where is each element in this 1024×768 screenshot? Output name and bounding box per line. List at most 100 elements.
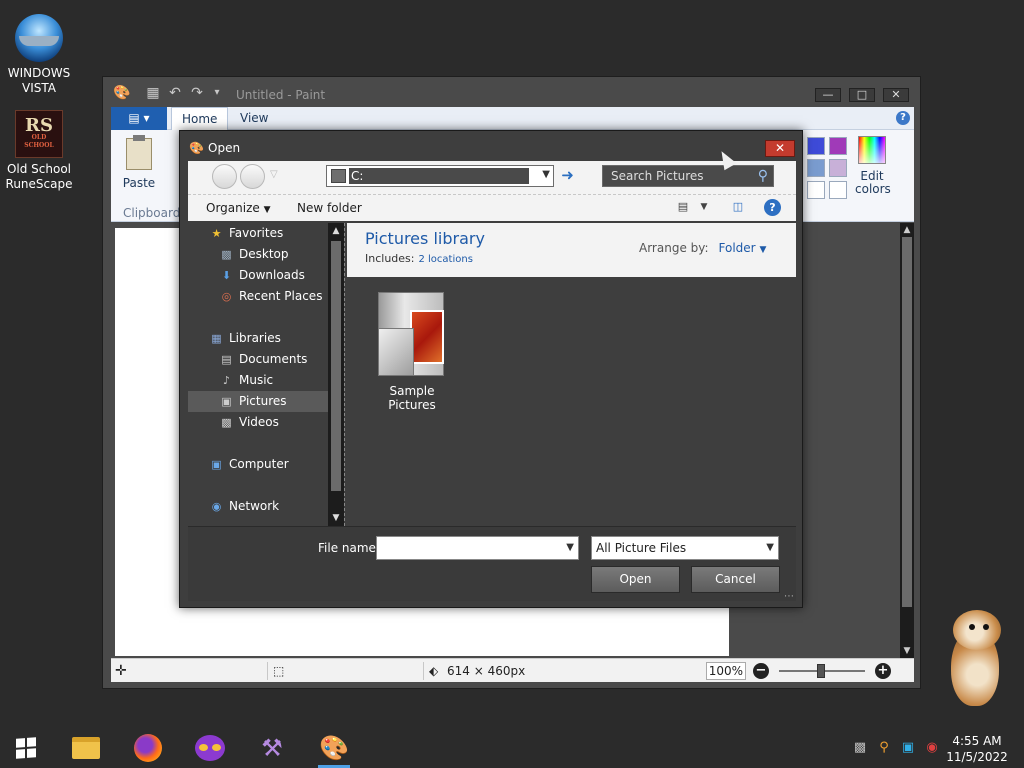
chevron-down-icon[interactable]: ▼ (566, 542, 574, 553)
search-input[interactable] (603, 166, 753, 186)
nav-item-recent-places[interactable]: ◎ Recent Places (188, 286, 328, 307)
file-type-select[interactable]: All Picture Files ▼ (591, 536, 779, 560)
zoom-out-icon[interactable]: − (753, 663, 769, 679)
color-swatch[interactable] (829, 159, 847, 177)
zoom-slider-thumb[interactable] (817, 664, 825, 678)
zoom-in-icon[interactable]: + (875, 663, 891, 679)
color-swatch[interactable] (829, 137, 847, 155)
search-icon[interactable]: ⚲ (758, 168, 768, 184)
nav-item-network[interactable]: ◉ Network (188, 496, 328, 517)
desktop-icon-windows-vista[interactable]: WINDOWS VISTA (0, 14, 78, 96)
resize-grip-icon[interactable]: ⋯ (784, 591, 794, 602)
undo-icon[interactable]: ↶ (167, 85, 183, 101)
dialog-navbar: ▽ C: ▼ ➜ ⚲ Organize ▼ New folder ▤ ▼ ◫ ? (188, 161, 796, 221)
nav-item-label: Libraries (229, 331, 281, 345)
windows-logo-icon (16, 737, 36, 759)
hamster-desktop-pet[interactable] (945, 608, 1007, 706)
desktop-icon-old-school-runescape[interactable]: RS OLD SCHOOL Old School RuneScape (0, 110, 78, 192)
new-folder-button[interactable]: New folder (297, 195, 362, 222)
file-menu-button[interactable]: ▤ ▾ (111, 107, 167, 130)
address-dropdown-icon[interactable]: ▼ (542, 169, 550, 180)
maximize-button[interactable]: □ (849, 88, 875, 102)
nav-item-videos[interactable]: ▩ Videos (188, 412, 328, 433)
arrange-by-dropdown[interactable]: Folder ▼ (719, 241, 767, 255)
organize-button[interactable]: Organize ▼ (206, 195, 271, 222)
taskbar-file-explorer[interactable] (66, 728, 106, 768)
desktop-icon-label: WINDOWS VISTA (7, 66, 71, 95)
system-clock[interactable]: 4:55 AM 11/5/2022 (946, 733, 1008, 765)
recent-locations-dropdown-icon[interactable]: ▽ (270, 169, 278, 180)
search-tray-icon[interactable]: ⚲ (876, 740, 892, 756)
view-options-dropdown-icon[interactable]: ▼ (696, 200, 712, 214)
rainbow-icon (858, 136, 886, 164)
taskbar-incognito-browser[interactable] (190, 728, 230, 768)
nav-item-favorites[interactable]: ★ Favorites (188, 223, 328, 244)
taskbar-visual-studio[interactable]: ⚒ (252, 728, 292, 768)
scrollbar-thumb[interactable] (902, 237, 912, 607)
canvas-scrollbar[interactable]: ▲ ▼ (900, 223, 914, 658)
help-icon[interactable]: ? (764, 199, 781, 216)
network-icon: ◉ (211, 500, 222, 513)
clock-date: 11/5/2022 (946, 750, 1008, 764)
address-input[interactable]: C: (349, 168, 529, 184)
scroll-up-icon[interactable]: ▲ (900, 223, 914, 237)
nav-item-label: Music (239, 373, 274, 387)
change-view-icon[interactable]: ▤ (675, 200, 691, 214)
preview-pane-icon[interactable]: ◫ (730, 200, 746, 214)
file-type-value: All Picture Files (596, 541, 687, 555)
locations-link[interactable]: 2 locations (418, 254, 472, 265)
cancel-button[interactable]: Cancel (691, 566, 780, 593)
record-icon[interactable]: ◉ (924, 740, 940, 756)
taskbar-firefox[interactable] (128, 728, 168, 768)
forward-button[interactable] (240, 164, 265, 189)
dialog-toolbar: Organize ▼ New folder ▤ ▼ ◫ ? (188, 194, 796, 221)
taskbar-paint[interactable]: 🎨 (314, 728, 354, 768)
chevron-down-icon[interactable]: ▼ (766, 542, 774, 554)
color-swatch[interactable] (807, 181, 825, 199)
color-swatch[interactable] (807, 159, 825, 177)
display-icon[interactable]: ▣ (900, 740, 916, 756)
file-name-label: File name: (318, 541, 380, 555)
quick-access-dropdown-icon[interactable]: ▾ (209, 85, 225, 101)
color-swatch[interactable] (829, 181, 847, 199)
paste-button[interactable]: Paste (121, 135, 157, 190)
go-arrow-icon[interactable]: ➜ (556, 165, 579, 187)
navigation-scrollbar[interactable]: ▲ ▼ (328, 223, 344, 526)
search-box[interactable]: ⚲ (602, 165, 774, 187)
nav-item-libraries[interactable]: ▦ Libraries (188, 328, 328, 349)
nav-item-downloads[interactable]: ⬇ Downloads (188, 265, 328, 286)
save-icon[interactable]: ▦ (145, 85, 161, 101)
network-status-icon[interactable]: ▩ (852, 740, 868, 756)
nav-item-desktop[interactable]: ▩ Desktop (188, 244, 328, 265)
tab-home[interactable]: Home (171, 107, 229, 130)
nav-item-documents[interactable]: ▤ Documents (188, 349, 328, 370)
nav-item-music[interactable]: ♪ Music (188, 370, 328, 391)
dialog-title: Open (208, 141, 241, 155)
start-button[interactable] (6, 728, 46, 768)
zoom-level[interactable]: 100% (706, 662, 746, 680)
paste-label: Paste (122, 176, 156, 190)
scroll-up-icon[interactable]: ▲ (328, 223, 344, 239)
close-button[interactable]: ✕ (883, 88, 909, 102)
clock-time: 4:55 AM (952, 734, 1002, 748)
open-button[interactable]: Open (591, 566, 680, 593)
folder-item-sample-pictures[interactable]: Sample Pictures (366, 286, 458, 412)
nav-item-computer[interactable]: ▣ Computer (188, 454, 328, 475)
incognito-mask-icon (195, 735, 225, 761)
help-icon[interactable]: ? (896, 111, 910, 125)
scroll-down-icon[interactable]: ▼ (328, 510, 344, 526)
back-button[interactable] (212, 164, 237, 189)
edit-colors-button[interactable]: Edit colors (855, 136, 891, 196)
address-bar[interactable]: C: ▼ (326, 165, 554, 187)
file-name-input[interactable]: ▼ (376, 536, 579, 560)
minimize-button[interactable]: — (815, 88, 841, 102)
scrollbar-thumb[interactable] (331, 241, 341, 491)
nav-item-pictures[interactable]: ▣ Pictures (188, 391, 328, 412)
scroll-down-icon[interactable]: ▼ (900, 644, 914, 658)
paint-titlebar: 🎨 ▦ ↶ ↷ ▾ Untitled - Paint — □ ✕ (103, 77, 920, 107)
paint-app-icon[interactable]: 🎨 (113, 85, 130, 101)
dialog-close-button[interactable]: ✕ (765, 140, 795, 157)
color-swatch[interactable] (807, 137, 825, 155)
tab-view[interactable]: View (230, 107, 278, 130)
redo-icon[interactable]: ↷ (189, 85, 205, 101)
